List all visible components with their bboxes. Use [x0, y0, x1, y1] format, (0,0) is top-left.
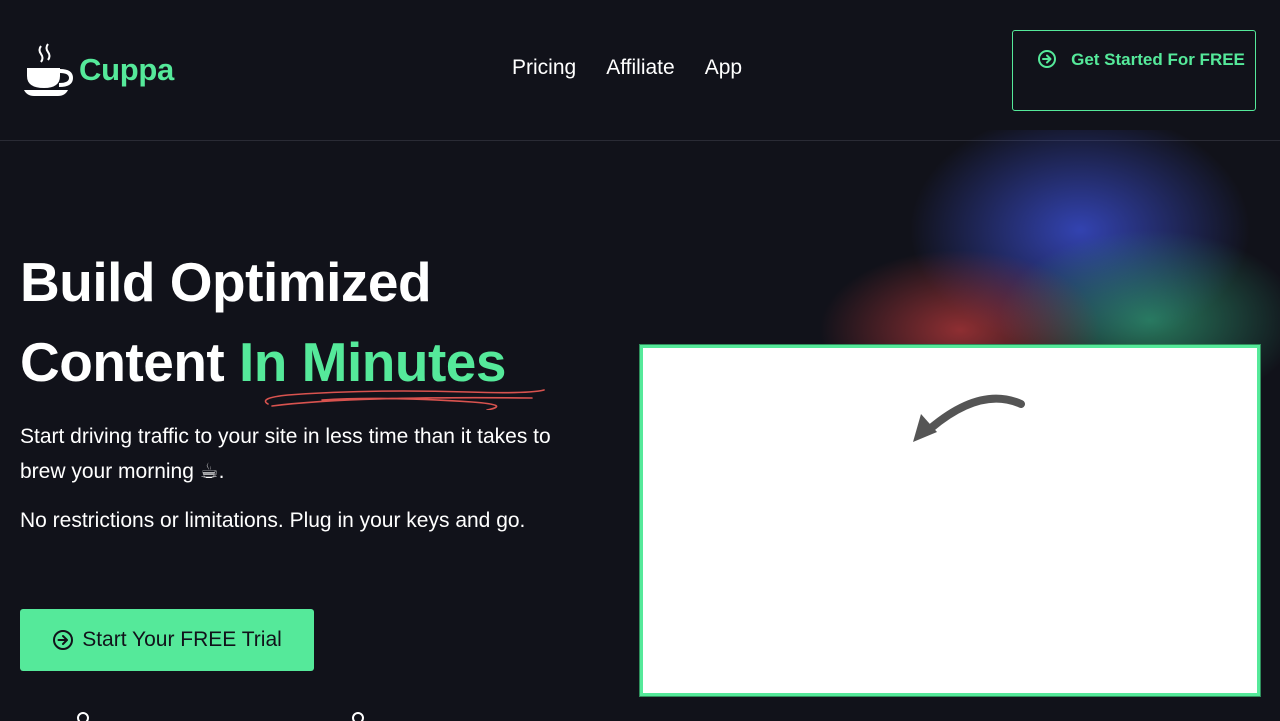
brand-name: Cuppa — [79, 52, 174, 87]
demo-video-frame[interactable] — [640, 345, 1260, 696]
underline-scribble — [264, 389, 545, 410]
nav-item-affiliate[interactable]: Affiliate — [606, 56, 675, 80]
get-started-button[interactable]: Get Started For FREE — [1012, 30, 1256, 111]
get-started-label: Get Started For FREE — [1071, 50, 1245, 69]
logo-link[interactable]: Cuppa — [24, 42, 174, 98]
coffee-cup-icon — [24, 43, 74, 96]
arrow-right-circle-icon — [53, 630, 74, 650]
site-header: Cuppa Pricing Affiliate App Get Started … — [0, 0, 1280, 141]
bottom-marker — [77, 712, 89, 721]
start-trial-label: Start Your FREE Trial — [82, 628, 282, 651]
hero-title: Build Optimized Content In Minutes — [20, 242, 600, 402]
bottom-marker — [352, 712, 364, 721]
hero-paragraph-2: No restrictions or limitations. Plug in … — [20, 509, 526, 532]
page: Cuppa Pricing Affiliate App Get Started … — [0, 0, 1280, 721]
curved-arrow-icon — [913, 394, 1025, 442]
nav-item-pricing[interactable]: Pricing — [512, 56, 576, 80]
nav-item-app[interactable]: App — [705, 56, 742, 80]
start-trial-button[interactable]: Start Your FREE Trial — [20, 609, 314, 671]
hero-paragraph-1: Start driving traffic to your site in le… — [20, 425, 551, 483]
arrow-right-circle-icon — [1038, 50, 1056, 68]
main-nav: Pricing Affiliate App — [512, 56, 742, 80]
hero-title-accent: In Minutes — [239, 331, 506, 393]
